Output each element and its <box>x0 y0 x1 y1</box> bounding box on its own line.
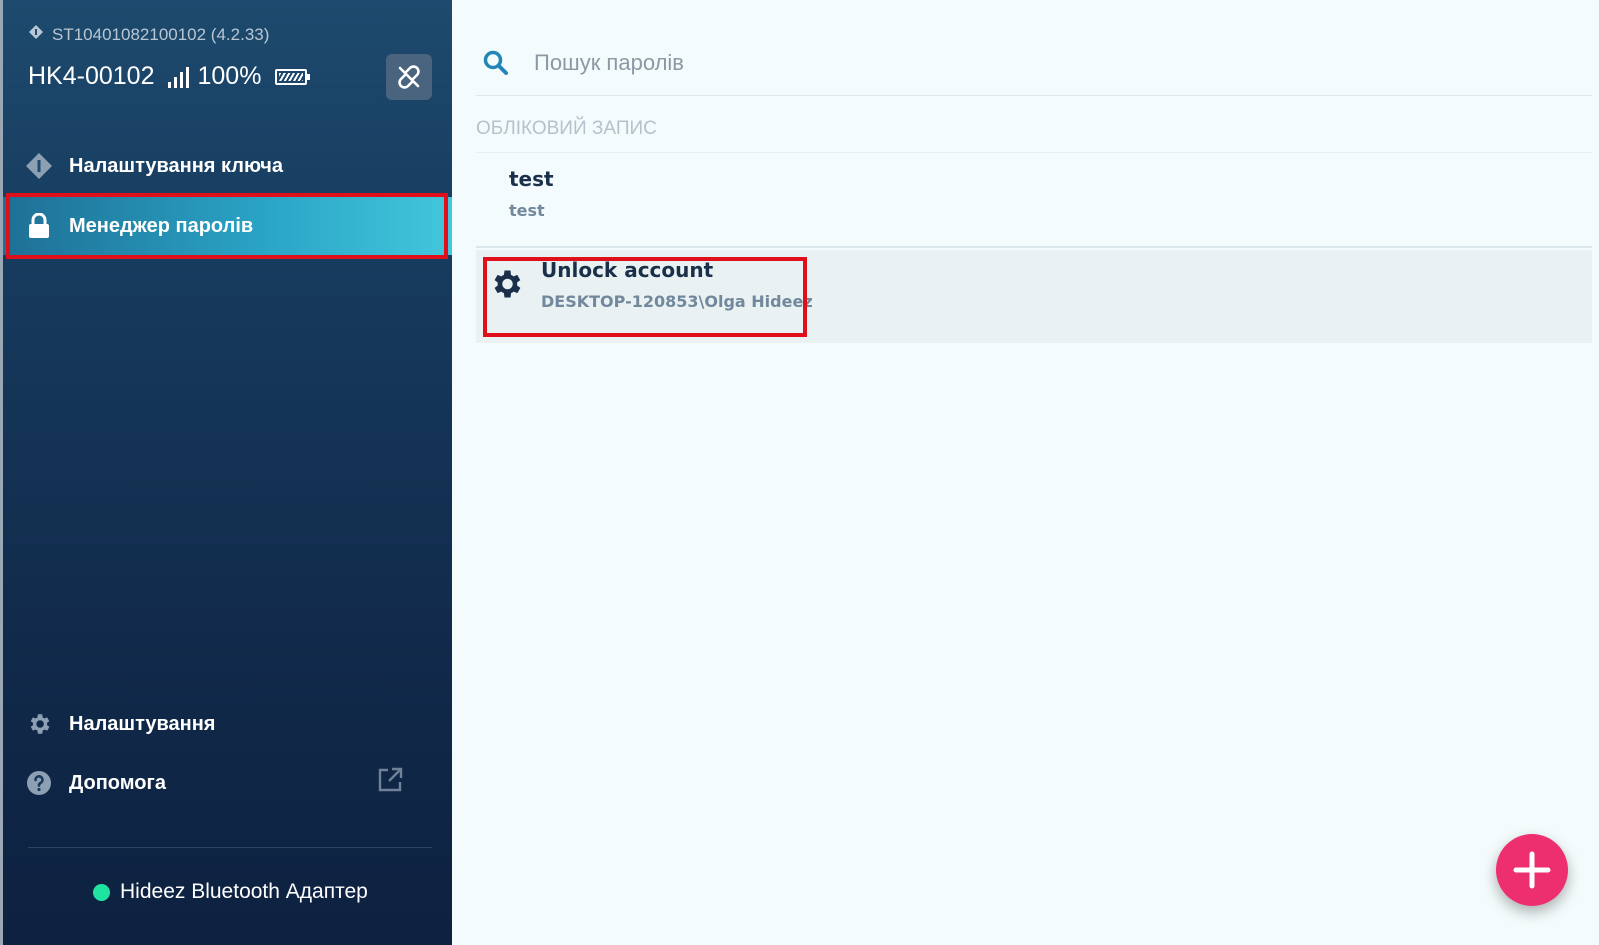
device-name: HK4-00102 <box>28 62 155 90</box>
device-serial-text: ST10401082100102 (4.2.33) <box>52 24 270 44</box>
search-bar <box>476 30 1592 96</box>
account-title: test <box>509 167 554 191</box>
search-icon <box>483 50 508 75</box>
nav-key-settings-label: Налаштування ключа <box>69 154 284 177</box>
nav-settings[interactable]: Налаштування <box>3 695 452 753</box>
highlight-box <box>6 193 448 259</box>
battery-icon <box>275 68 311 85</box>
main-content: ОБЛІКОВИЙ ЗАПИС test test Unlock account… <box>452 0 1599 945</box>
key-diamond-icon <box>25 152 53 180</box>
question-circle-icon <box>25 770 53 796</box>
status-dot-icon <box>93 883 110 901</box>
account-row[interactable]: test test <box>476 155 1592 248</box>
sidebar-divider <box>28 847 432 848</box>
device-status-row: HK4-00102 100% <box>28 62 311 91</box>
bluetooth-adapter-status: Hideez Bluetooth Адаптер <box>93 880 368 904</box>
search-input[interactable] <box>534 49 1434 76</box>
external-link-icon[interactable] <box>376 766 404 798</box>
plus-icon <box>1513 851 1551 889</box>
battery-percent: 100% <box>197 62 262 90</box>
disconnect-button[interactable] <box>386 54 432 100</box>
signal-icon <box>168 66 190 88</box>
gear-icon <box>25 711 53 737</box>
nav-help-label: Допомога <box>69 771 166 794</box>
add-account-button[interactable] <box>1496 834 1568 906</box>
sidebar: ST10401082100102 (4.2.33) HK4-00102 100%… <box>0 0 452 945</box>
nav-key-settings[interactable]: Налаштування ключа <box>3 137 452 195</box>
section-divider <box>476 152 1592 153</box>
nav-settings-label: Налаштування <box>69 712 216 735</box>
unlink-icon <box>398 65 420 89</box>
section-header: ОБЛІКОВИЙ ЗАПИС <box>476 118 657 139</box>
highlight-box <box>483 257 807 337</box>
account-subtitle: test <box>509 201 545 220</box>
key-diamond-icon <box>28 24 44 45</box>
adapter-label: Hideez Bluetooth Адаптер <box>120 880 368 903</box>
device-serial: ST10401082100102 (4.2.33) <box>28 24 269 45</box>
